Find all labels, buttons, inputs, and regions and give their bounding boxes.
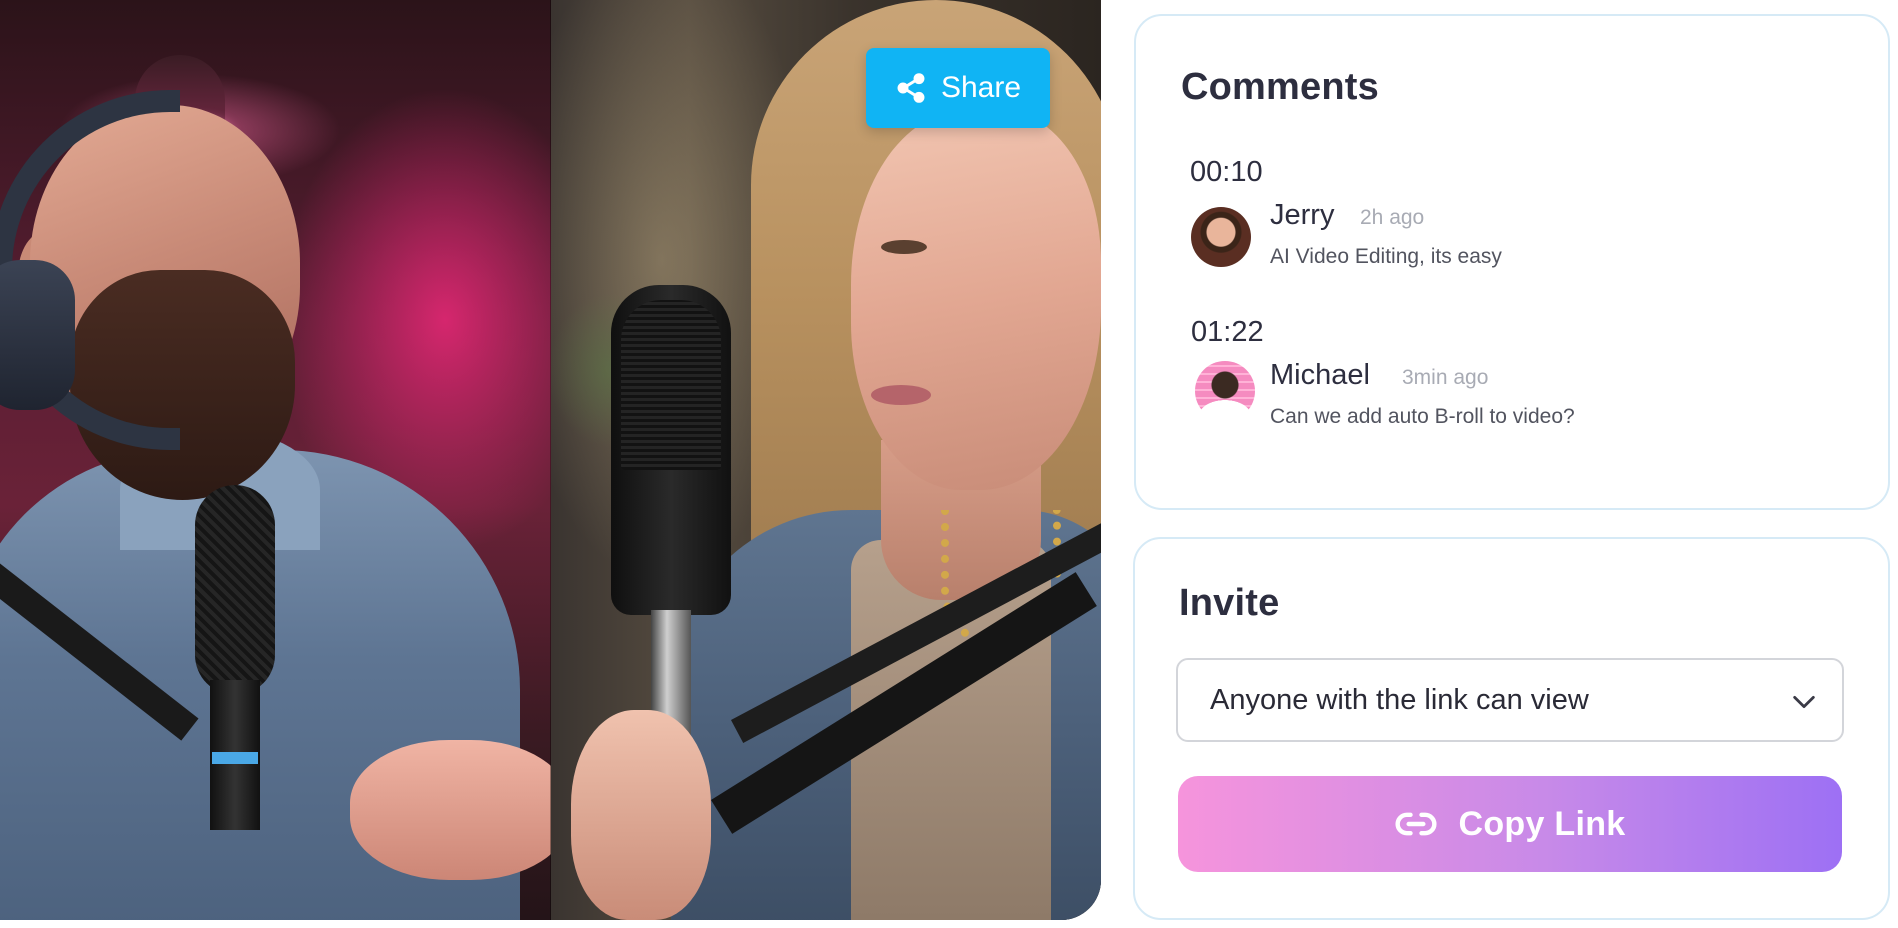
- comment-time-ago: 2h ago: [1360, 206, 1425, 229]
- copy-link-button[interactable]: Copy Link: [1178, 776, 1842, 872]
- copy-link-label: Copy Link: [1458, 804, 1626, 843]
- link-icon: [1395, 812, 1437, 836]
- video-pane-left: [0, 0, 551, 920]
- right-person-lips: [871, 385, 931, 405]
- comment-text: AI Video Editing, its easy: [1270, 245, 1502, 268]
- left-microphone-ring: [212, 752, 258, 764]
- link-permission-select[interactable]: Anyone with the link can view: [1176, 658, 1844, 742]
- share-icon: [897, 73, 925, 103]
- invite-title: Invite: [1179, 582, 1280, 624]
- comment-time-ago: 3min ago: [1402, 366, 1489, 389]
- comment-timestamp[interactable]: 01:22: [1191, 316, 1264, 349]
- comment-text: Can we add auto B-roll to video?: [1270, 405, 1575, 428]
- left-microphone: [195, 485, 275, 695]
- left-person-hands: [350, 740, 551, 880]
- comment-author: Michael: [1270, 359, 1370, 391]
- right-person-eye: [881, 240, 927, 254]
- comment-timestamp[interactable]: 00:10: [1190, 156, 1263, 189]
- comments-title: Comments: [1181, 66, 1379, 108]
- share-button[interactable]: Share: [866, 48, 1050, 128]
- headphone-cup: [0, 260, 75, 410]
- video-preview[interactable]: [0, 0, 1101, 920]
- comment-author: Jerry: [1270, 199, 1335, 231]
- link-permission-value: Anyone with the link can view: [1210, 683, 1589, 716]
- right-person-face: [851, 110, 1101, 490]
- video-pane-right: [551, 0, 1101, 920]
- split-divider: [550, 0, 551, 920]
- avatar: [1191, 207, 1251, 267]
- right-microphone-grille: [621, 300, 721, 470]
- avatar: [1195, 361, 1255, 421]
- chevron-down-icon: [1793, 695, 1815, 709]
- right-person-hand: [571, 710, 711, 920]
- share-label: Share: [940, 71, 1022, 104]
